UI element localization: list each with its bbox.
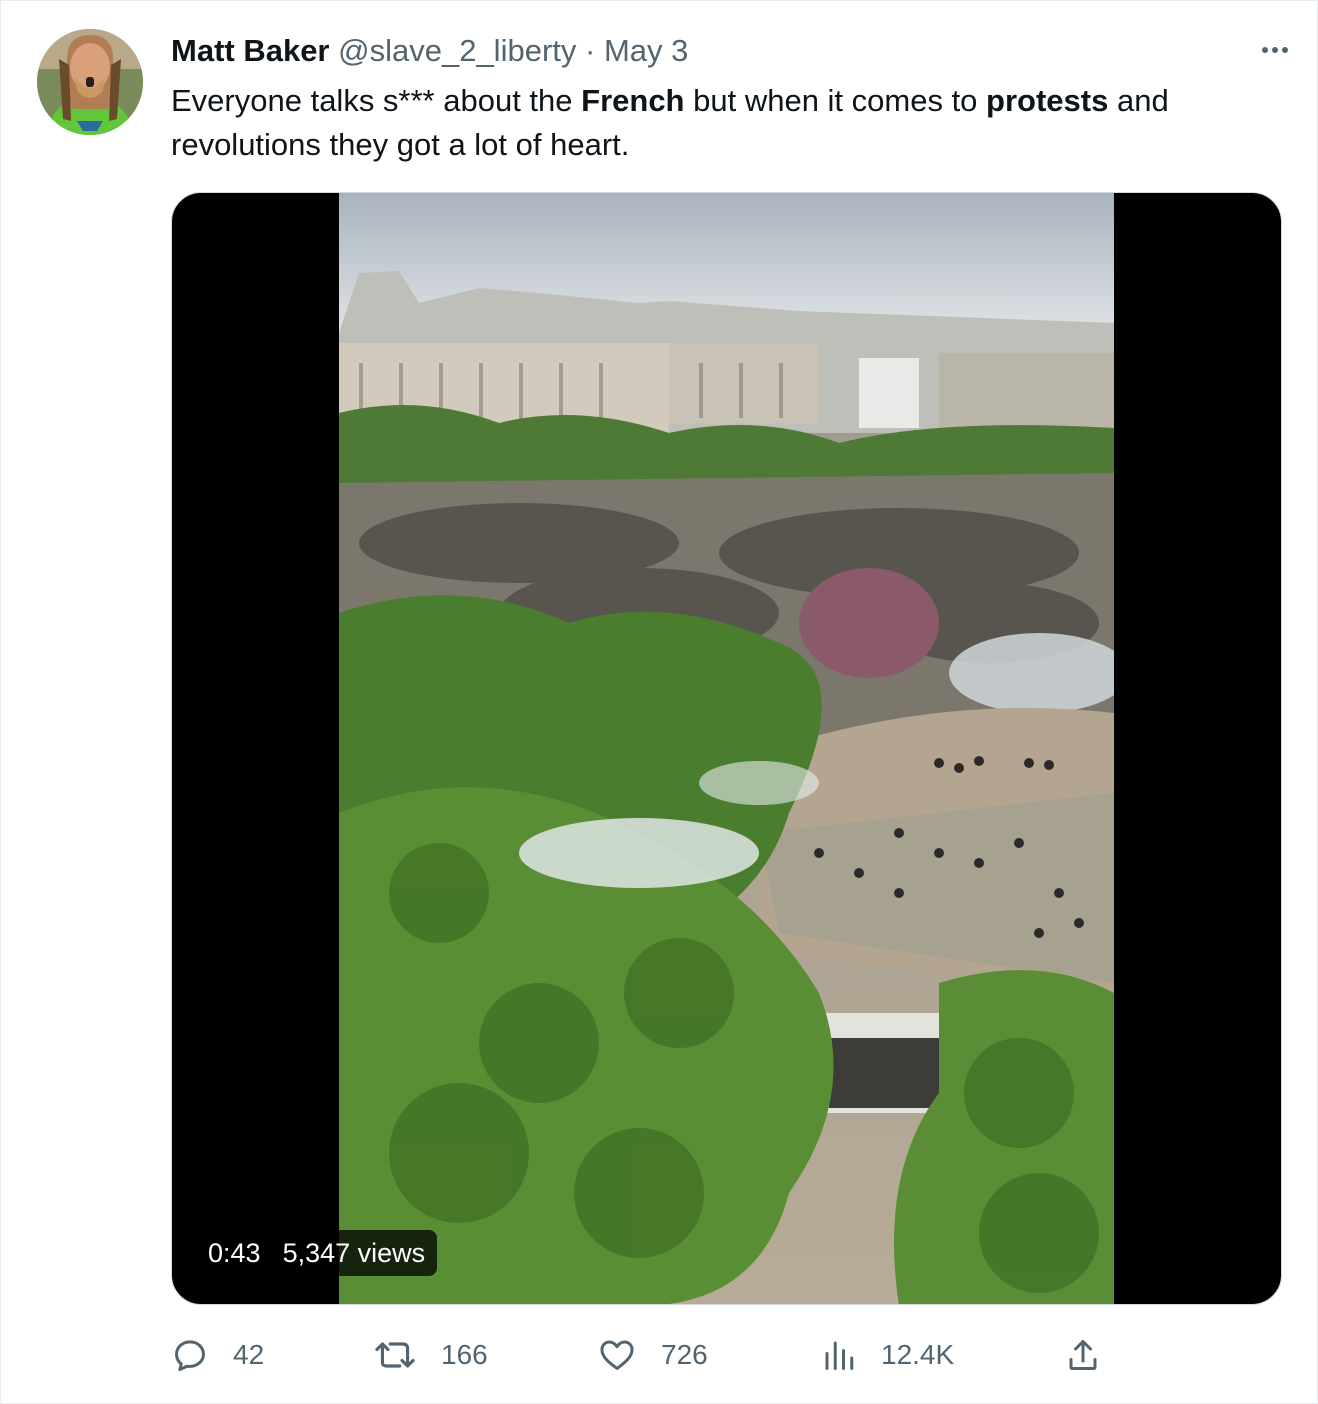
avatar[interactable] — [37, 29, 143, 135]
view-count: 12.4K — [881, 1339, 955, 1370]
more-icon[interactable] — [1255, 35, 1295, 65]
tweet-date[interactable]: May 3 — [604, 33, 688, 68]
share-icon — [1069, 1340, 1097, 1370]
analytics-icon — [825, 1341, 854, 1370]
reply-count: 42 — [233, 1339, 265, 1370]
video-duration: 0:43 — [208, 1238, 261, 1268]
like-count: 726 — [661, 1339, 708, 1370]
tweet-header: Matt Baker @slave_2_liberty · May 3 — [171, 31, 1257, 71]
action-bar: 42 166 726 12.4K — [171, 1327, 1281, 1383]
analytics-button[interactable]: 12.4K — [821, 1327, 954, 1383]
retweet-count: 166 — [441, 1339, 488, 1370]
tweet-text-part: but when it comes to — [684, 83, 987, 118]
video-frame[interactable] — [339, 193, 1114, 1304]
separator-dot: · — [585, 33, 596, 68]
video-player[interactable]: 0:43 5,347 views — [171, 192, 1282, 1305]
tweet-text: Everyone talks s*** about the French but… — [171, 79, 1281, 167]
video-views: 5,347 views — [282, 1238, 426, 1268]
tweet-text-bold-french: French — [581, 83, 685, 118]
retweet-button[interactable]: 166 — [373, 1327, 488, 1383]
tweet-text-part: Everyone talks s*** about the — [171, 83, 582, 118]
tweet-text-bold-protests: protests — [986, 83, 1109, 118]
share-button[interactable] — [1065, 1327, 1101, 1383]
retweet-icon — [375, 1342, 415, 1368]
author-name[interactable]: Matt Baker — [171, 33, 330, 68]
author-handle[interactable]: @slave_2_liberty — [338, 33, 576, 68]
like-button[interactable]: 726 — [597, 1327, 708, 1383]
reply-button[interactable]: 42 — [171, 1327, 264, 1383]
video-info-badge: 0:43 5,347 views — [196, 1230, 438, 1276]
heart-icon — [600, 1340, 634, 1370]
tweet-card[interactable]: Matt Baker @slave_2_liberty · May 3 Ever… — [0, 0, 1318, 1404]
reply-icon — [175, 1340, 205, 1372]
